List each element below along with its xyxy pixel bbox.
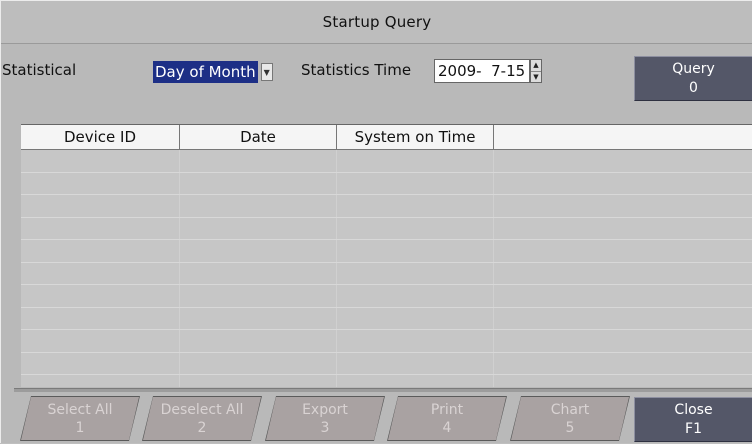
- column-header-system-on-time[interactable]: System on Time: [337, 125, 494, 149]
- close-label: Close: [674, 401, 713, 418]
- spin-down-icon[interactable]: ▼: [531, 72, 541, 83]
- export-label: Export: [302, 401, 348, 418]
- chart-label: Chart: [550, 401, 590, 418]
- print-button[interactable]: Print 4: [388, 397, 506, 440]
- print-shortcut: 4: [442, 419, 452, 436]
- table-scrollbar[interactable]: [14, 388, 752, 392]
- date-spinner[interactable]: ▲ ▼: [530, 59, 542, 83]
- print-label: Print: [430, 401, 464, 418]
- startup-query-dialog: Startup Query Statistical Day of Month ▼…: [0, 0, 752, 443]
- table-row: [21, 240, 752, 263]
- column-header-date[interactable]: Date: [180, 125, 337, 149]
- select-all-button[interactable]: Select All 1: [21, 397, 139, 440]
- table-body: [21, 150, 752, 387]
- spin-up-icon[interactable]: ▲: [531, 60, 541, 72]
- statistical-dropdown-value: Day of Month: [153, 61, 258, 83]
- chart-shortcut: 5: [565, 419, 575, 436]
- table-row: [21, 217, 752, 240]
- column-header-filler: [494, 125, 752, 149]
- close-button[interactable]: Close F1: [634, 397, 752, 442]
- table-row: [21, 307, 752, 330]
- table-row: [21, 352, 752, 375]
- table-row: [21, 172, 752, 195]
- dialog-title-bar: Startup Query: [1, 1, 752, 44]
- table-row: [21, 150, 752, 173]
- results-table[interactable]: Device ID Date System on Time: [21, 124, 752, 387]
- export-button[interactable]: Export 3: [266, 397, 384, 440]
- statistics-time-label: Statistics Time: [301, 61, 412, 79]
- export-shortcut: 3: [320, 419, 330, 436]
- chart-button[interactable]: Chart 5: [511, 397, 629, 440]
- table-row: [21, 195, 752, 218]
- table-row: [21, 285, 752, 308]
- statistical-label: Statistical: [2, 61, 77, 79]
- statistical-dropdown[interactable]: Day of Month ▼: [153, 61, 283, 83]
- table-row: [21, 330, 752, 353]
- chevron-down-icon[interactable]: ▼: [260, 63, 273, 81]
- query-button[interactable]: Query 0: [634, 56, 752, 101]
- close-shortcut: F1: [685, 420, 702, 437]
- action-bar: Select All 1 Deselect All 2 Export 3 Pri…: [1, 397, 752, 444]
- statistics-time-field[interactable]: 2009- 7-15: [434, 59, 530, 83]
- deselect-all-button[interactable]: Deselect All 2: [143, 397, 261, 440]
- query-button-label: Query: [672, 60, 715, 77]
- deselect-all-shortcut: 2: [197, 419, 207, 436]
- column-header-device-id[interactable]: Device ID: [21, 125, 180, 149]
- table-header: Device ID Date System on Time: [21, 125, 752, 150]
- table-row: [21, 375, 752, 387]
- dialog-title: Startup Query: [322, 13, 432, 31]
- select-all-label: Select All: [47, 401, 113, 418]
- deselect-all-label: Deselect All: [160, 401, 244, 418]
- table-row: [21, 262, 752, 285]
- query-button-shortcut: 0: [689, 79, 698, 96]
- select-all-shortcut: 1: [75, 419, 85, 436]
